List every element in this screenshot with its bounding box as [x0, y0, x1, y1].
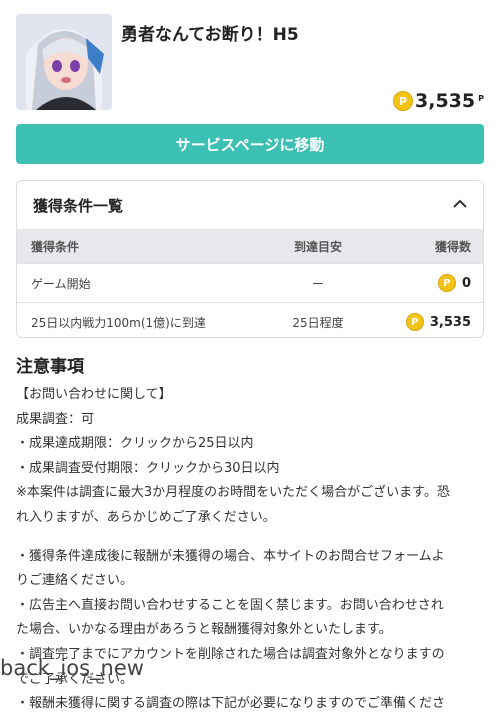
condition-cell: 25日以内戦力100m(1億)に到達	[17, 302, 242, 337]
service-page-button[interactable]: サービスページに移動	[16, 124, 484, 164]
notes-line: 成果調査：可	[16, 411, 95, 427]
table-row: 25日以内戦力100m(1億)に到達 25日程度 P 3,535	[17, 302, 483, 337]
target-cell: 25日程度	[242, 302, 394, 337]
notes-line: ・成果調査受付期限：クリックから30日以内	[16, 460, 280, 476]
coin-icon: P	[393, 91, 414, 111]
points-display: P 3,535 P	[393, 90, 484, 112]
notes-line: ・獲得条件達成後に報酬が未獲得の場合、本サイトのお問合せフォームよ	[16, 548, 445, 564]
column-header: 獲得数	[394, 229, 483, 264]
notes-line: りご連絡ください。	[16, 573, 134, 589]
reward-cell: P 3,535	[394, 302, 483, 337]
conditions-title: 獲得条件一覧	[33, 196, 124, 215]
points-value: 3,535	[415, 90, 476, 112]
coin-icon: P	[437, 274, 456, 292]
reward-value: 0	[461, 275, 471, 291]
notes-line: ・報酬未獲得に関する調査の際は下記が必要になりますのでご準備くださ	[16, 696, 446, 712]
notes-line: 【お問い合わせに関して】	[16, 387, 172, 402]
reward-cell: P 0	[394, 263, 483, 303]
table-header-row: 獲得条件 到達目安 獲得数	[17, 229, 483, 264]
notes-line: ※本案件は調査に最大3か月程度のお時間をいただく場合がございます。恐	[16, 485, 450, 501]
notes-title: 注意事項	[16, 357, 84, 377]
game-thumbnail	[16, 14, 112, 110]
conditions-table: 獲得条件 到達目安 獲得数 ゲーム開始 ー P 0 25日以内戦力100m(1億…	[17, 229, 483, 337]
app-header: 勇者なんてお断り！H5 P 3,535 P	[16, 14, 484, 112]
notes-line: ・広告主へ直接お問い合わせすることを固く禁じます。お問い合わせされ	[16, 597, 444, 613]
target-cell: ー	[242, 263, 394, 303]
coin-icon: P	[405, 313, 424, 331]
game-title: 勇者なんてお断り！H5	[121, 25, 299, 45]
reward-value: 3,535	[429, 314, 471, 330]
condition-cell: ゲーム開始	[17, 263, 242, 303]
column-header: 到達目安	[242, 229, 394, 264]
notes-line: ・成果達成期限：クリックから25日以内	[16, 436, 254, 452]
notes-line: た場合、いかなる理由があろうと報酬獲得対象外といたします。	[16, 622, 392, 638]
conditions-header[interactable]: 獲得条件一覧	[17, 181, 483, 229]
chevron-up-icon[interactable]	[453, 198, 467, 213]
column-header: 獲得条件	[17, 229, 242, 264]
conditions-card: 獲得条件一覧 獲得条件 到達目安 獲得数 ゲーム開始 ー P 0 25日以内戦力…	[16, 180, 484, 338]
notes-line: れ入りますが、あらかじめご了承ください。	[16, 509, 276, 525]
points-unit: P	[478, 93, 484, 103]
back-button[interactable]: back_ios_new	[0, 656, 144, 680]
table-row: ゲーム開始 ー P 0	[17, 263, 483, 303]
